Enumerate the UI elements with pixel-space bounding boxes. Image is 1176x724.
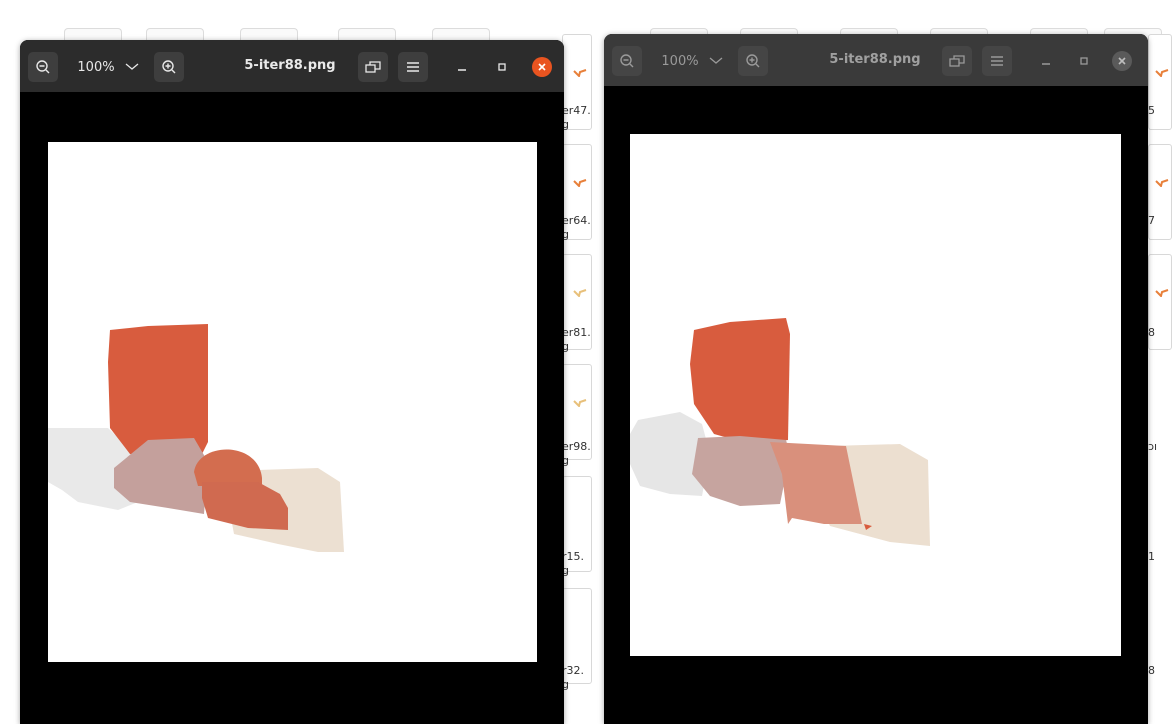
- image-shape-orange: [194, 449, 262, 486]
- image-canvas[interactable]: [630, 134, 1121, 656]
- maximize-icon: [1080, 57, 1088, 65]
- minimize-icon: [458, 69, 466, 71]
- thumbnail-preview-icon: [573, 69, 587, 77]
- zoom-out-button[interactable]: [612, 46, 642, 76]
- displayed-image: [630, 318, 930, 546]
- file-name-label[interactable]: r32.: [562, 664, 584, 677]
- file-name-label[interactable]: 1: [1148, 550, 1155, 563]
- image-canvas[interactable]: [48, 142, 537, 662]
- zoom-level-value: 100%: [661, 53, 699, 69]
- chevron-down-icon: [709, 57, 722, 64]
- zoom-in-icon: [746, 54, 760, 68]
- minimize-icon: [1042, 63, 1050, 65]
- chevron-down-icon: [125, 63, 138, 70]
- hamburger-menu-icon: [407, 62, 419, 72]
- zoom-level-dropdown[interactable]: 100%: [650, 46, 734, 76]
- window-title: 5-iter88.png: [244, 58, 336, 73]
- maximize-icon: [498, 63, 506, 71]
- close-button[interactable]: [1112, 51, 1132, 71]
- headerbar: 100% 5-iter88.png: [604, 34, 1148, 86]
- window-title: 5-iter88.png: [829, 52, 921, 67]
- maximize-button[interactable]: [492, 57, 512, 77]
- thumbnail-preview-icon: [1155, 69, 1169, 77]
- file-name-label[interactable]: 5: [1148, 104, 1155, 117]
- fullscreen-button[interactable]: [358, 52, 388, 82]
- close-icon: [1118, 57, 1126, 65]
- close-button[interactable]: [532, 57, 552, 77]
- thumbnail-preview-icon: [1155, 289, 1169, 297]
- zoom-in-button[interactable]: [738, 46, 768, 76]
- main-menu-button[interactable]: [398, 52, 428, 82]
- fullscreen-button[interactable]: [942, 46, 972, 76]
- file-name-label[interactable]: 8: [1148, 326, 1155, 339]
- close-icon: [538, 63, 546, 71]
- file-name-label[interactable]: 8: [1148, 664, 1155, 677]
- file-name-label[interactable]: er47.: [562, 104, 591, 117]
- zoom-in-icon: [162, 60, 176, 74]
- thumbnail-preview-icon: [573, 289, 587, 297]
- image-viewer-window-right: 100% 5-iter88.png: [604, 34, 1148, 724]
- zoom-level-value: 100%: [77, 59, 115, 75]
- fullscreen-icon: [365, 61, 381, 73]
- zoom-out-icon: [620, 54, 634, 68]
- file-name-label[interactable]: er64.: [562, 214, 591, 227]
- zoom-out-button[interactable]: [28, 52, 58, 82]
- thumbnail-preview-icon: [1155, 179, 1169, 187]
- file-name-label[interactable]: er98.: [562, 440, 591, 453]
- thumbnail-preview-icon: [573, 179, 587, 187]
- file-name-label[interactable]: er81.: [562, 326, 591, 339]
- file-name-label[interactable]: 7: [1148, 214, 1155, 227]
- fullscreen-icon: [949, 55, 965, 67]
- hamburger-menu-icon: [991, 56, 1003, 66]
- image-shape-red: [690, 318, 790, 444]
- zoom-out-icon: [36, 60, 50, 74]
- image-viewer-window-left: 100% 5-iter88.png: [20, 40, 564, 724]
- thumbnail-preview-icon: [573, 399, 587, 407]
- maximize-button[interactable]: [1074, 51, 1094, 71]
- file-name-label[interactable]: ɔı: [1148, 440, 1157, 453]
- zoom-level-dropdown[interactable]: 100%: [66, 52, 150, 82]
- minimize-button[interactable]: [452, 57, 472, 77]
- displayed-image: [48, 324, 344, 552]
- main-menu-button[interactable]: [982, 46, 1012, 76]
- headerbar: 100% 5-iter88.png: [20, 40, 564, 92]
- file-name-label[interactable]: r15.: [562, 550, 584, 563]
- minimize-button[interactable]: [1036, 51, 1056, 71]
- zoom-in-button[interactable]: [154, 52, 184, 82]
